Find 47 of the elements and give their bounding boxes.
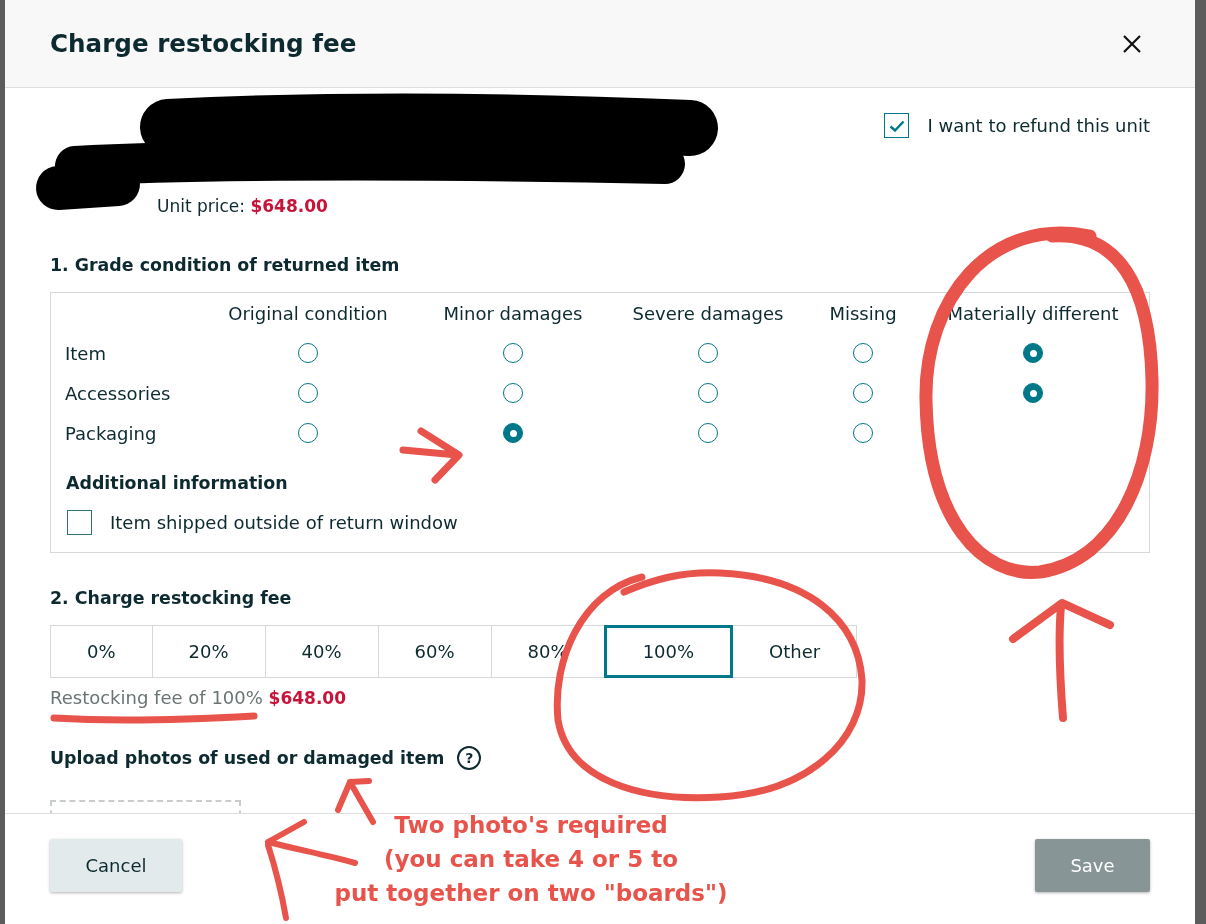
section-heading: Upload photos of used or damaged item bbox=[50, 747, 445, 770]
column-header: Original condition bbox=[227, 301, 389, 326]
radio-button[interactable] bbox=[853, 383, 873, 403]
fee-option[interactable]: 60% bbox=[377, 625, 492, 678]
column-header: Severe damages bbox=[631, 301, 785, 326]
fee-option[interactable]: 20% bbox=[151, 625, 266, 678]
checkbox-label: I want to refund this unit bbox=[927, 114, 1150, 137]
section-heading: 2. Charge restocking fee bbox=[50, 587, 293, 610]
unit-price: Unit price: $648.00 bbox=[157, 195, 328, 217]
radio-button[interactable] bbox=[298, 343, 318, 363]
subsection-heading: Additional information bbox=[65, 472, 289, 495]
cancel-button[interactable]: Cancel bbox=[50, 839, 182, 892]
radio-button[interactable] bbox=[298, 423, 318, 443]
radio-button[interactable] bbox=[298, 383, 318, 403]
radio-button[interactable] bbox=[698, 423, 718, 443]
column-header: Materially different bbox=[946, 301, 1120, 326]
checkmark-icon bbox=[888, 119, 905, 132]
annotation-text: put together on two "boards") bbox=[334, 879, 728, 908]
annotation-text: (you can take 4 or 5 to bbox=[384, 845, 678, 874]
fee-summary: Restocking fee of 100% $648.00 bbox=[50, 687, 347, 709]
fee-option[interactable]: 100% bbox=[603, 625, 734, 678]
checkbox[interactable] bbox=[67, 510, 92, 535]
radio-button[interactable] bbox=[1023, 343, 1043, 363]
close-icon bbox=[1123, 34, 1141, 53]
checkbox[interactable] bbox=[884, 113, 910, 138]
radio-button[interactable] bbox=[853, 343, 873, 363]
fee-option[interactable]: 0% bbox=[50, 625, 153, 678]
radio-button[interactable] bbox=[1023, 383, 1043, 403]
radio-button[interactable] bbox=[503, 423, 523, 443]
radio-button[interactable] bbox=[503, 343, 523, 363]
radio-button[interactable] bbox=[853, 423, 873, 443]
annotation-text: Two photo's required bbox=[394, 811, 668, 840]
column-header: Minor damages bbox=[442, 301, 584, 326]
radio-button[interactable] bbox=[698, 343, 718, 363]
dialog-title: Charge restocking fee bbox=[50, 29, 357, 58]
radio-button[interactable] bbox=[698, 383, 718, 403]
help-icon[interactable]: ? bbox=[457, 746, 482, 770]
checkbox-label: Item shipped outside of return window bbox=[110, 511, 458, 534]
row-label: Packaging bbox=[65, 421, 158, 446]
annotation-arrow bbox=[399, 427, 463, 484]
radio-button[interactable] bbox=[503, 383, 523, 403]
fee-option[interactable]: Other bbox=[732, 625, 858, 678]
section-heading: 1. Grade condition of returned item bbox=[50, 254, 401, 277]
column-header: Missing bbox=[828, 301, 898, 326]
fee-option[interactable]: 40% bbox=[264, 625, 379, 678]
row-label: Item bbox=[65, 341, 107, 366]
row-label: Accessories bbox=[65, 381, 172, 406]
